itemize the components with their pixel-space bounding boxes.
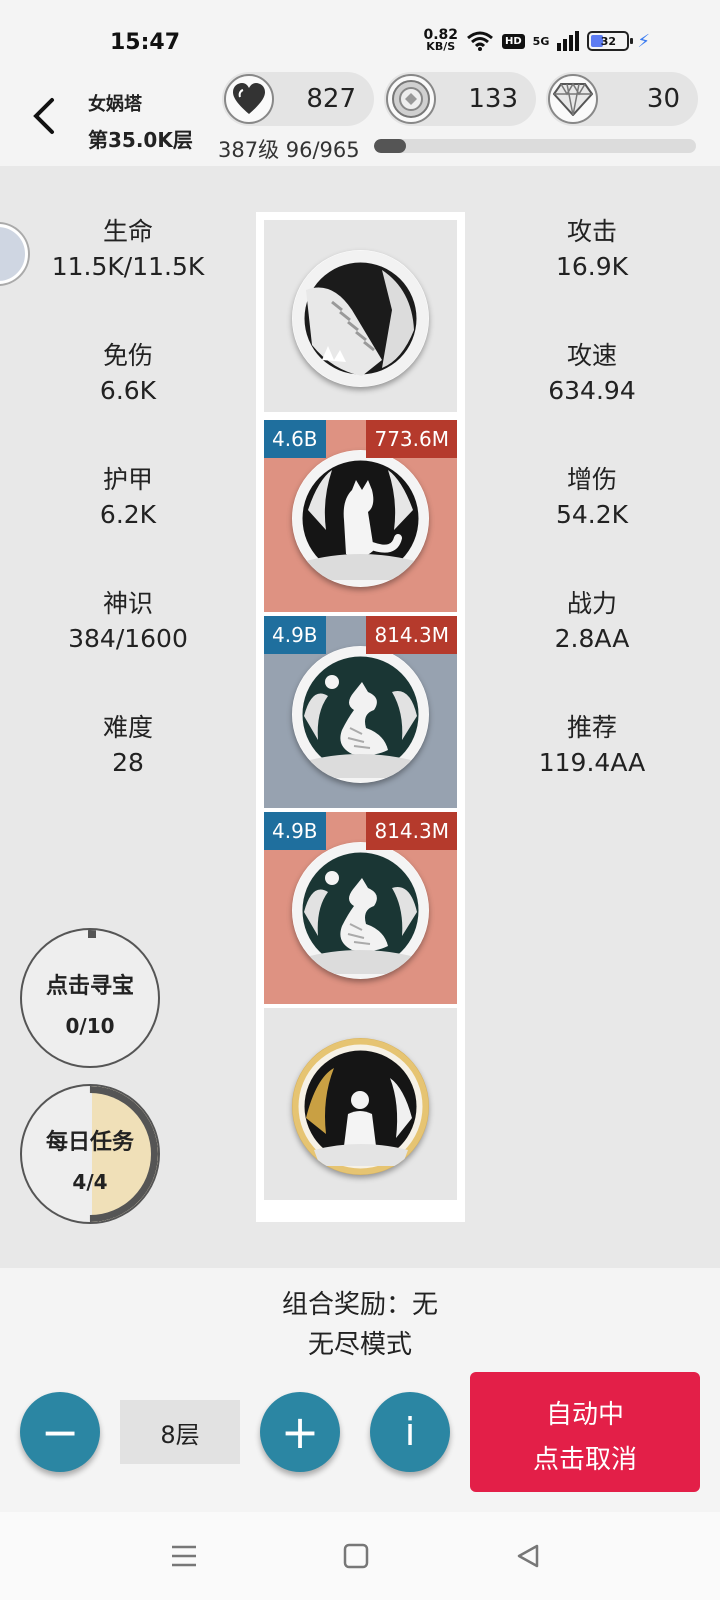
card-left-badge: 4.9B bbox=[264, 812, 326, 850]
card-left-badge: 4.6B bbox=[264, 420, 326, 458]
system-nav-bar bbox=[0, 1512, 720, 1600]
home-square-icon bbox=[343, 1543, 369, 1569]
auto-cancel-label: 点击取消 bbox=[532, 1445, 637, 1475]
level-text: 387级 96/965 bbox=[218, 138, 360, 162]
info-button[interactable]: i bbox=[370, 1392, 450, 1472]
clock: 15:47 bbox=[110, 30, 181, 55]
daily-count: 4/4 bbox=[72, 1170, 108, 1194]
game-mode: 无尽模式 bbox=[307, 1330, 412, 1360]
menu-nav-button[interactable] bbox=[164, 1538, 204, 1574]
wifi-icon bbox=[467, 31, 493, 51]
info-icon: i bbox=[404, 1410, 416, 1454]
stat-damage-bonus: 增伤 54.2K bbox=[555, 465, 629, 529]
charging-bolt-icon: ⚡ bbox=[637, 30, 650, 52]
combo-reward: 组合奖励：无 bbox=[281, 1290, 438, 1320]
stat-attack: 攻击 16.9K bbox=[555, 217, 629, 281]
treasure-button[interactable]: 点击寻宝 0/10 bbox=[20, 928, 160, 1068]
signal-type: 5G bbox=[532, 34, 550, 48]
tower-floor: 第35.0K层 bbox=[88, 128, 193, 152]
staircase-card[interactable] bbox=[264, 220, 457, 412]
treasure-count: 0/10 bbox=[65, 1014, 115, 1038]
treasure-title: 点击寻宝 bbox=[45, 974, 134, 999]
coin-icon bbox=[386, 74, 436, 124]
hd-badge: HD bbox=[502, 33, 525, 49]
floor-count: 8层 bbox=[120, 1400, 240, 1464]
back-triangle-icon bbox=[517, 1544, 539, 1568]
diamond-resource[interactable]: 30 bbox=[546, 72, 698, 126]
diamond-count: 30 bbox=[646, 84, 680, 114]
home-nav-button[interactable] bbox=[336, 1538, 376, 1574]
back-button[interactable] bbox=[26, 94, 66, 138]
heart-resource[interactable]: 827 bbox=[222, 72, 374, 126]
stat-hp: 生命 11.5K/11.5K bbox=[51, 217, 205, 281]
stat-armor: 护甲 6.2K bbox=[99, 465, 157, 529]
menu-icon bbox=[172, 1545, 196, 1567]
dragon-image bbox=[292, 646, 429, 783]
fox-image bbox=[292, 450, 429, 587]
card-right-badge: 814.3M bbox=[366, 616, 457, 654]
stat-spirit: 神识 384/1600 bbox=[68, 589, 188, 653]
back-nav-button[interactable] bbox=[508, 1538, 548, 1574]
card-column: 4.6B 773.6M 4.9B 814.3M 4.9B 814.3M bbox=[256, 212, 465, 1222]
card-left-badge: 4.9B bbox=[264, 616, 326, 654]
card-right-badge: 773.6M bbox=[366, 420, 457, 458]
diamond-icon bbox=[548, 74, 598, 124]
treasure-progress-tick bbox=[88, 930, 96, 938]
stat-difficulty: 难度 28 bbox=[102, 713, 153, 777]
minus-icon: − bbox=[40, 1405, 80, 1459]
girl-card[interactable] bbox=[264, 1008, 457, 1200]
daily-task-button[interactable]: 每日任务 4/4 bbox=[20, 1084, 160, 1224]
card-right-badge: 814.3M bbox=[366, 812, 457, 850]
dragon-image bbox=[292, 842, 429, 979]
auto-status-label: 自动中 bbox=[545, 1400, 624, 1430]
tower-name: 女娲塔 bbox=[88, 94, 142, 115]
stat-attack-speed: 攻速 634.94 bbox=[548, 341, 636, 405]
heart-icon bbox=[224, 74, 274, 124]
decrease-floor-button[interactable]: − bbox=[20, 1392, 100, 1472]
coin-count: 133 bbox=[468, 84, 518, 114]
plus-icon: + bbox=[280, 1405, 320, 1459]
status-icons: 0.82 KB/S HD 5G 32 ⚡ bbox=[423, 27, 650, 53]
coin-resource[interactable]: 133 bbox=[384, 72, 536, 126]
battery-level: 32 bbox=[600, 34, 617, 48]
signal-icon bbox=[557, 31, 580, 51]
status-bar: 15:47 0.82 KB/S HD 5G 32 ⚡ bbox=[0, 0, 720, 72]
increase-floor-button[interactable]: + bbox=[260, 1392, 340, 1472]
staircase-image bbox=[292, 250, 429, 387]
girl-image bbox=[292, 1038, 429, 1175]
stat-recommended: 推荐 119.4AA bbox=[538, 713, 646, 777]
back-arrow-icon bbox=[33, 98, 54, 134]
network-speed: 0.82 KB/S bbox=[423, 27, 458, 53]
dragon-card-2[interactable]: 4.9B 814.3M bbox=[264, 812, 457, 1004]
stat-damage-reduction: 免伤 6.6K bbox=[99, 341, 157, 405]
fox-card[interactable]: 4.6B 773.6M bbox=[264, 420, 457, 612]
battery-icon: 32 bbox=[587, 31, 634, 51]
level-progress-bar bbox=[374, 139, 696, 153]
header: 女娲塔 第35.0K层 827 133 30 387级 96/965 bbox=[0, 72, 720, 166]
bottom-panel: 组合奖励：无 无尽模式 − 8层 + i 自动中 点击取消 bbox=[0, 1268, 720, 1512]
heart-count: 827 bbox=[306, 84, 356, 114]
stat-power: 战力 2.8AA bbox=[554, 589, 630, 653]
auto-cancel-button[interactable]: 自动中 点击取消 bbox=[470, 1372, 700, 1492]
daily-title: 每日任务 bbox=[45, 1130, 134, 1155]
dragon-card-1[interactable]: 4.9B 814.3M bbox=[264, 616, 457, 808]
level-progress-fill bbox=[374, 139, 407, 153]
